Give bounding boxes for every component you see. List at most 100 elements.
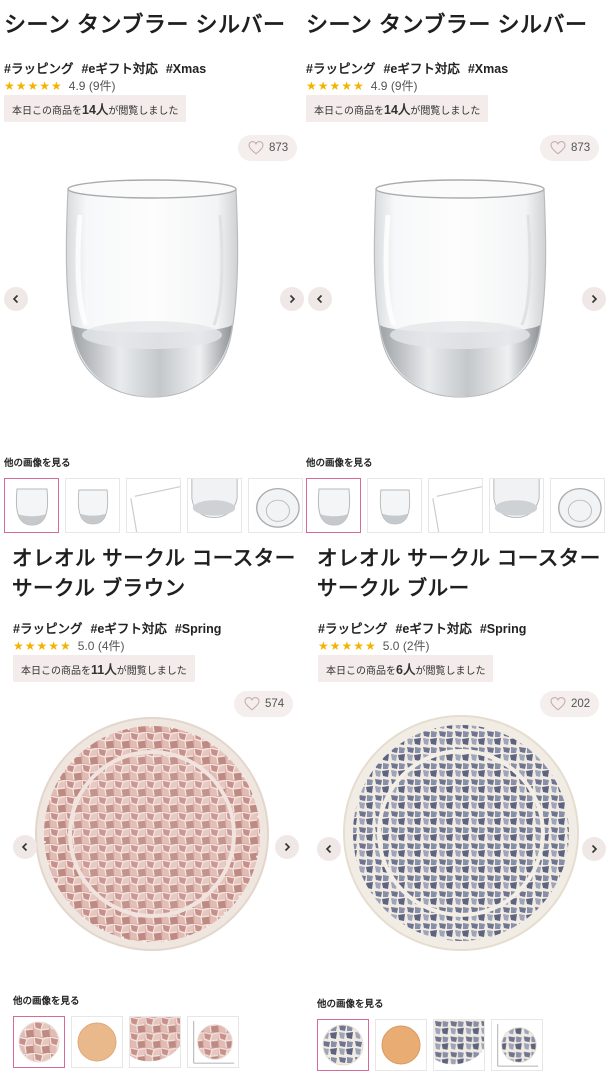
- carousel-next-button[interactable]: [280, 287, 304, 311]
- viewed-count-badge: 本日この商品を11人が閲覧しました: [13, 655, 195, 682]
- tag-link[interactable]: #ラッピング: [306, 62, 375, 76]
- carousel-prev-button[interactable]: [317, 837, 341, 861]
- thumbnail-strip: [317, 1019, 543, 1071]
- product-title[interactable]: オレオル サークル コースター サークル ブラウン: [12, 544, 296, 604]
- thumbnail[interactable]: [248, 478, 303, 533]
- thumbnail[interactable]: [428, 478, 483, 533]
- product-image: [65, 179, 239, 398]
- chevron-right-icon: [591, 294, 598, 304]
- more-images-label: 他の画像を見る: [317, 999, 384, 1010]
- review-count: (9件): [88, 79, 116, 93]
- review-count: (4件): [97, 639, 125, 653]
- review-count: (2件): [402, 639, 430, 653]
- chevron-right-icon: [289, 294, 296, 304]
- thumbnail-strip: [4, 478, 303, 533]
- chevron-right-icon: [284, 842, 291, 852]
- rating-value: 4.9: [68, 78, 86, 93]
- review-count: (9件): [390, 79, 418, 93]
- thumbnail[interactable]: [129, 1016, 181, 1068]
- thumbnail[interactable]: [491, 1019, 543, 1071]
- tag-link[interactable]: #eギフト対応: [90, 622, 166, 636]
- product-tags: #ラッピング #eギフト対応 #Spring: [318, 618, 534, 637]
- rating-value: 5.0: [77, 638, 95, 653]
- thumbnail[interactable]: [13, 1016, 65, 1068]
- carousel-next-button[interactable]: [582, 837, 606, 861]
- viewed-count-badge: 本日この商品を6人が閲覧しました: [318, 655, 494, 682]
- chevron-left-icon: [325, 844, 332, 854]
- rating: ★★★★★ 5.0 (2件): [318, 637, 430, 654]
- tag-link[interactable]: #Spring: [175, 622, 222, 636]
- product-tags: #ラッピング #eギフト対応 #Spring: [13, 618, 229, 637]
- chevron-left-icon: [316, 294, 323, 304]
- product-title-line: サークル ブラウン: [12, 577, 186, 600]
- product-title[interactable]: シーン タンブラー シルバー: [4, 10, 285, 40]
- product-image: [35, 717, 269, 951]
- carousel-next-button[interactable]: [275, 835, 299, 859]
- tag-link[interactable]: #ラッピング: [4, 62, 73, 76]
- carousel-prev-button[interactable]: [4, 287, 28, 311]
- favorite-button[interactable]: 873: [540, 135, 600, 161]
- more-images-label: 他の画像を見る: [306, 458, 373, 469]
- product-image: [373, 179, 547, 398]
- product-card: オレオル サークル コースター サークル ブルー #ラッピング #eギフト対応 #S…: [304, 540, 608, 1080]
- favorite-count: 873: [571, 142, 591, 154]
- tag-link[interactable]: #Xmas: [166, 62, 206, 76]
- viewed-count-badge: 本日この商品を14人が閲覧しました: [306, 95, 489, 122]
- product-title-line: サークル ブルー: [317, 577, 470, 600]
- thumbnail-strip: [306, 478, 605, 533]
- viewed-count-badge: 本日この商品を14人が閲覧しました: [4, 95, 187, 122]
- chevron-left-icon: [12, 294, 19, 304]
- thumbnail[interactable]: [375, 1019, 427, 1071]
- thumbnail[interactable]: [489, 478, 544, 533]
- tag-link[interactable]: #ラッピング: [13, 622, 82, 636]
- star-rating-icon: ★★★★★: [306, 78, 365, 93]
- favorite-button[interactable]: 873: [238, 135, 298, 161]
- thumbnail[interactable]: [126, 478, 181, 533]
- product-tags: #ラッピング #eギフト対応 #Xmas: [306, 58, 516, 77]
- more-images-label: 他の画像を見る: [4, 458, 71, 469]
- chevron-left-icon: [21, 842, 28, 852]
- thumbnail[interactable]: [187, 478, 242, 533]
- thumbnail[interactable]: [71, 1016, 123, 1068]
- thumbnail[interactable]: [433, 1019, 485, 1071]
- chevron-right-icon: [591, 844, 598, 854]
- rating-value: 4.9: [370, 78, 388, 93]
- thumbnail[interactable]: [317, 1019, 369, 1071]
- carousel-prev-button[interactable]: [308, 287, 332, 311]
- tag-link[interactable]: #ラッピング: [318, 622, 387, 636]
- rating: ★★★★★ 4.9 (9件): [4, 77, 116, 94]
- rating: ★★★★★ 4.9 (9件): [306, 77, 418, 94]
- rating-value: 5.0: [382, 638, 400, 653]
- thumbnail[interactable]: [65, 478, 120, 533]
- favorite-count: 202: [571, 698, 591, 710]
- carousel-prev-button[interactable]: [13, 835, 37, 859]
- thumbnail-strip: [13, 1016, 239, 1068]
- tag-link[interactable]: #Spring: [480, 622, 527, 636]
- thumbnail[interactable]: [367, 478, 422, 533]
- carousel-next-button[interactable]: [582, 287, 606, 311]
- product-card: シーン タンブラー シルバー #ラッピング #eギフト対応 #Xmas ★★★★★ …: [0, 0, 304, 540]
- product-title[interactable]: シーン タンブラー シルバー: [306, 10, 587, 40]
- tag-link[interactable]: #eギフト対応: [81, 62, 157, 76]
- thumbnail[interactable]: [550, 478, 605, 533]
- product-card: オレオル サークル コースター サークル ブラウン #ラッピング #eギフト対応 #…: [0, 540, 304, 1080]
- star-rating-icon: ★★★★★: [4, 78, 63, 93]
- favorite-button[interactable]: 574: [234, 691, 294, 717]
- star-rating-icon: ★★★★★: [318, 638, 377, 653]
- product-card: シーン タンブラー シルバー #ラッピング #eギフト対応 #Xmas ★★★★★ …: [304, 0, 608, 540]
- thumbnail[interactable]: [187, 1016, 239, 1068]
- heart-icon: [550, 697, 566, 711]
- tag-link[interactable]: #eギフト対応: [395, 622, 471, 636]
- tag-link[interactable]: #Xmas: [468, 62, 508, 76]
- more-images-label: 他の画像を見る: [13, 996, 80, 1007]
- tag-link[interactable]: #eギフト対応: [383, 62, 459, 76]
- heart-icon: [248, 141, 264, 155]
- product-title-line: オレオル サークル コースター: [317, 547, 601, 570]
- favorite-count: 574: [265, 698, 285, 710]
- product-title[interactable]: オレオル サークル コースター サークル ブルー: [317, 544, 601, 604]
- product-title-line: オレオル サークル コースター: [12, 547, 296, 570]
- thumbnail[interactable]: [4, 478, 59, 533]
- thumbnail[interactable]: [306, 478, 361, 533]
- star-rating-icon: ★★★★★: [13, 638, 72, 653]
- favorite-count: 873: [269, 142, 289, 154]
